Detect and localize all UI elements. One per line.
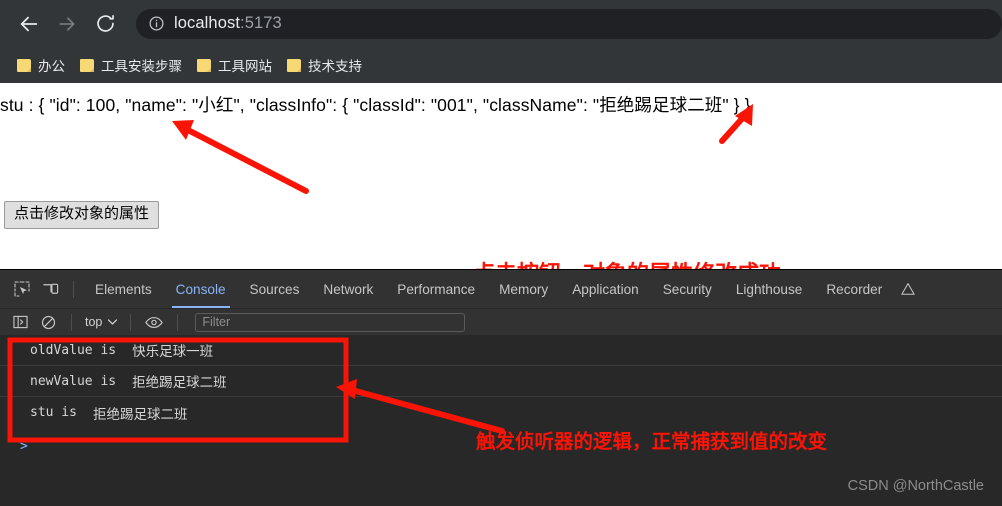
bookmark-item-0[interactable]: 办公 — [14, 52, 74, 78]
bookmark-label: 技术支持 — [308, 59, 362, 74]
devtools-panel: Elements Console Sources Network Perform… — [0, 269, 1002, 506]
tab-performance[interactable]: Performance — [385, 270, 487, 308]
console-toolbar: top Filter — [0, 308, 1002, 335]
clear-console-button[interactable] — [34, 309, 62, 335]
tab-memory[interactable]: Memory — [487, 270, 560, 308]
console-row-label: oldValue is — [30, 342, 117, 358]
bookmark-label: 工具安装步骤 — [101, 59, 182, 74]
stu-output-text: stu : { "id": 100, "name": "小红", "classI… — [0, 95, 751, 115]
live-expression-button[interactable] — [140, 309, 168, 335]
console-row-value: 快乐足球一班 — [132, 344, 214, 359]
tab-sources[interactable]: Sources — [238, 270, 312, 308]
device-toolbar-button[interactable] — [36, 276, 64, 302]
tab-console[interactable]: Console — [164, 270, 238, 308]
toolbar-divider — [71, 313, 72, 331]
console-row[interactable]: oldValue is 快乐足球一班 — [0, 335, 1002, 366]
tab-lighthouse[interactable]: Lighthouse — [724, 270, 815, 308]
bookmarks-bar: 办公 工具安装步骤 工具网站 技术支持 — [0, 47, 1002, 83]
inspect-element-icon — [14, 281, 30, 297]
console-row-value: 拒绝踢足球二班 — [92, 406, 188, 422]
toolbar-divider — [130, 313, 132, 331]
forward-button[interactable] — [50, 7, 84, 41]
filter-placeholder: Filter — [202, 315, 231, 329]
device-toolbar-icon — [42, 283, 58, 294]
console-sidebar-icon — [12, 315, 28, 329]
tab-label: Network — [323, 281, 374, 297]
tab-recorder[interactable]: Recorder — [814, 270, 894, 308]
toolbar-divider — [177, 313, 179, 331]
bookmark-item-3[interactable]: 技术支持 — [284, 52, 371, 78]
reload-icon — [96, 15, 114, 32]
console-row-value: 拒绝踢足球二班 — [132, 375, 227, 390]
url-host: localhost — [174, 14, 241, 32]
console-row[interactable]: stu is 拒绝踢足球二班 — [0, 397, 1002, 428]
console-input-prompt[interactable]: > — [20, 439, 28, 454]
execution-context-value: top — [85, 315, 103, 329]
console-filter-input[interactable]: Filter — [195, 312, 466, 332]
modify-object-property-button[interactable]: 点击修改对象的属性 — [4, 201, 160, 229]
bookmark-item-1[interactable]: 工具安装步骤 — [77, 52, 191, 78]
tab-label: Console — [175, 281, 226, 297]
bookmark-item-2[interactable]: 工具网站 — [194, 52, 281, 78]
url-text: localhost:5173 — [174, 14, 282, 33]
bookmark-label: 办公 — [38, 59, 65, 74]
tab-label: Lighthouse — [735, 281, 803, 297]
tab-label: Application — [572, 281, 639, 297]
tab-label: Elements — [95, 281, 152, 297]
devtools-tabbar: Elements Console Sources Network Perform… — [0, 270, 1002, 308]
console-row-label: stu is — [30, 405, 77, 420]
warning-button[interactable] — [894, 276, 922, 302]
tab-label: Recorder — [826, 281, 883, 297]
watermark-text: CSDN @NorthCastle — [847, 478, 984, 494]
arrow-right-icon — [59, 16, 75, 31]
warning-icon — [901, 283, 915, 295]
folder-icon — [80, 58, 94, 72]
reload-button[interactable] — [88, 7, 122, 41]
browser-chrome: localhost:5173 办公 工具安装步骤 工具网站 技术支持 — [0, 0, 1002, 83]
execution-context-select[interactable]: top — [81, 315, 121, 329]
folder-icon — [17, 58, 31, 72]
chevron-down-icon — [108, 319, 118, 325]
console-sidebar-button[interactable] — [6, 309, 34, 335]
arrow-left-icon — [20, 16, 38, 31]
console-row-label: newValue is — [30, 373, 117, 389]
url-port: :5173 — [240, 14, 282, 32]
tab-label: Memory — [499, 281, 549, 297]
tab-label: Performance — [397, 281, 476, 297]
info-circle-icon[interactable] — [148, 15, 165, 32]
browser-navigation-bar: localhost:5173 — [0, 0, 1002, 47]
tab-label: Sources — [249, 281, 300, 297]
tab-label: Security — [662, 281, 712, 297]
page-viewport: stu : { "id": 100, "name": "小红", "classI… — [0, 83, 1002, 269]
live-expression-eye-icon — [145, 316, 164, 328]
tab-network[interactable]: Network — [311, 270, 385, 308]
clear-console-icon — [41, 315, 55, 329]
toolbar-divider — [73, 280, 74, 298]
inspect-element-button[interactable] — [8, 276, 36, 302]
back-button[interactable] — [12, 7, 46, 41]
tab-security[interactable]: Security — [651, 270, 724, 308]
page-annotation-text: 点击按钮，对象的属性修改成功 — [473, 256, 781, 269]
tab-application[interactable]: Application — [560, 270, 651, 308]
folder-icon — [197, 58, 211, 72]
address-bar[interactable]: localhost:5173 — [136, 8, 1002, 39]
folder-icon — [287, 58, 301, 72]
console-annotation-text: 触发侦听器的逻辑，正常捕获到值的改变 — [476, 431, 828, 453]
console-row[interactable]: newValue is 拒绝踢足球二班 — [0, 366, 1002, 397]
bookmark-label: 工具网站 — [218, 59, 272, 74]
tab-elements[interactable]: Elements — [83, 270, 164, 308]
